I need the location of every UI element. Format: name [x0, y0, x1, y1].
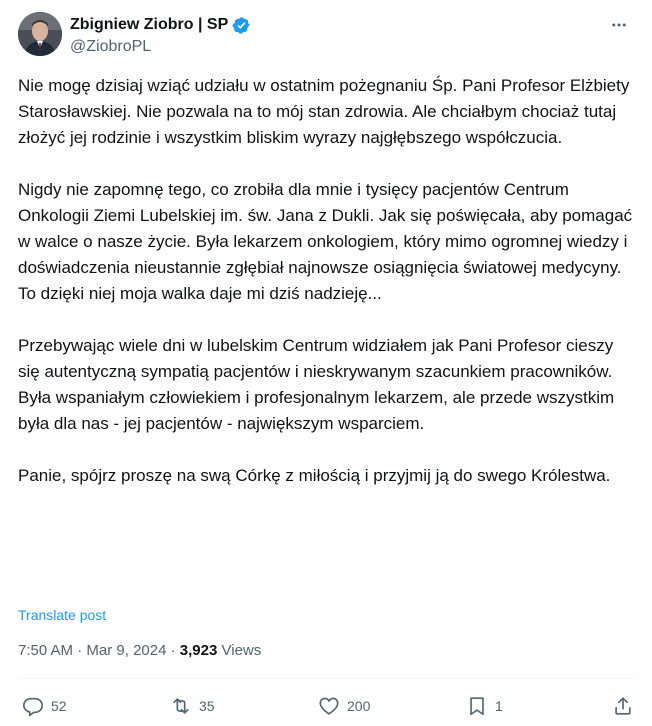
post-paragraph: Panie, spójrz proszę na swą Córkę z miło… [18, 466, 611, 485]
tweet-header: Zbigniew Ziobro | SP @ZiobroPL [18, 12, 638, 60]
share-button[interactable] [612, 692, 634, 720]
bookmark-button[interactable]: 1 [466, 692, 503, 720]
reply-count: 52 [51, 698, 67, 714]
author-names: Zbigniew Ziobro | SP @ZiobroPL [70, 14, 251, 57]
tweet: Zbigniew Ziobro | SP @ZiobroPL Nie mogę … [0, 0, 652, 726]
post-paragraph: Przebywając wiele dni w lubelskim Centru… [18, 336, 619, 433]
reply-icon [23, 697, 43, 717]
author-display-name[interactable]: Zbigniew Ziobro | SP [70, 14, 228, 36]
like-count: 200 [347, 698, 371, 714]
post-paragraph: Nigdy nie zapomnę tego, co zrobiła dla m… [18, 180, 637, 303]
more-options-button[interactable] [606, 14, 632, 36]
post-time[interactable]: 7:50 AM [18, 642, 73, 659]
avatar[interactable] [18, 12, 62, 56]
views-count[interactable]: 3,923 [180, 642, 218, 659]
bookmark-count: 1 [495, 698, 503, 714]
heart-icon [319, 697, 339, 715]
action-bar: 52 35 200 1 [0, 692, 652, 720]
translate-post-link[interactable]: Translate post [18, 606, 106, 624]
post-text: Nie mogę dzisiaj wziąć udziału w ostatni… [18, 73, 638, 489]
bookmark-icon [470, 697, 484, 716]
post-paragraph: Nie mogę dzisiaj wziąć udziału w ostatni… [18, 76, 635, 147]
post-meta: 7:50 AM · Mar 9, 2024 · 3,923 Views [18, 641, 261, 661]
post-date[interactable]: Mar 9, 2024 [86, 642, 166, 659]
repost-button[interactable]: 35 [170, 692, 215, 720]
display-name-row: Zbigniew Ziobro | SP [70, 14, 251, 36]
verified-badge-icon[interactable] [232, 16, 251, 35]
repost-count: 35 [199, 698, 215, 714]
views-label: Views [221, 642, 262, 659]
meta-separator: · [170, 642, 176, 659]
avatar-image [18, 12, 62, 56]
more-horizontal-icon [612, 23, 626, 27]
share-icon [615, 697, 631, 715]
author-handle[interactable]: @ZiobroPL [70, 37, 251, 57]
divider [18, 678, 634, 679]
meta-separator: · [77, 642, 83, 659]
like-button[interactable]: 200 [318, 692, 370, 720]
reply-button[interactable]: 52 [22, 692, 67, 720]
repost-icon [173, 698, 189, 714]
